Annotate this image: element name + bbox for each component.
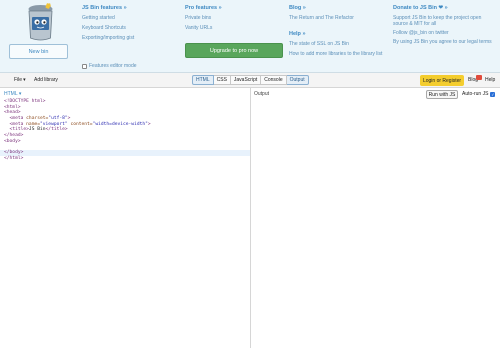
tab-javascript[interactable]: JavaScript bbox=[230, 75, 262, 85]
private-bins-link[interactable]: Private bins bbox=[185, 15, 280, 21]
add-library-button[interactable]: Add library bbox=[34, 77, 58, 83]
twitter-link[interactable]: Follow @js_bin on twitter bbox=[393, 30, 495, 36]
file-menu[interactable]: File ▾ bbox=[14, 77, 26, 83]
toolbar: File ▾ Add library HTML CSS JavaScript C… bbox=[0, 73, 500, 88]
notification-badge bbox=[476, 75, 482, 80]
auto-run-toggle[interactable]: Auto-run JS ✓ bbox=[462, 91, 496, 97]
features-title[interactable]: JS Bin features » bbox=[82, 5, 172, 11]
output-label: Output bbox=[254, 91, 270, 97]
features-editor-toggle[interactable]: Features editor mode bbox=[82, 63, 137, 69]
auto-run-checkbox[interactable]: ✓ bbox=[490, 91, 496, 97]
menu-panel: New bin JS Bin features » Getting starte… bbox=[0, 0, 500, 73]
support-text[interactable]: Support JS Bin to keep the project open … bbox=[393, 15, 495, 27]
html-editor-panel[interactable]: HTML ▾ <!DOCTYPE html> <html> <head> <me… bbox=[0, 88, 251, 348]
vanity-urls-link[interactable]: Vanity URLs bbox=[185, 25, 280, 31]
help-title[interactable]: Help » bbox=[289, 31, 385, 37]
chevron-down-icon: ▾ bbox=[23, 77, 26, 83]
auto-run-label: Auto-run JS bbox=[462, 91, 489, 97]
upgrade-pro-button[interactable]: Upgrade to pro now bbox=[185, 43, 283, 58]
pro-title[interactable]: Pro features » bbox=[185, 5, 280, 11]
legal-terms-text[interactable]: By using JS Bin you agree to our legal t… bbox=[393, 39, 495, 45]
blog-title[interactable]: Blog » bbox=[289, 5, 385, 11]
help-column: Help » The state of SSL on JS Bin How to… bbox=[289, 31, 385, 60]
add-libraries-link[interactable]: How to add more libraries to the library… bbox=[289, 51, 385, 57]
run-with-js-button[interactable]: Run with JS bbox=[426, 90, 458, 99]
blog-column: Blog » The Return and The Refactor bbox=[289, 5, 385, 25]
donate-title[interactable]: Donate to JS Bin ❤ » bbox=[393, 5, 495, 11]
jsbin-logo bbox=[28, 3, 53, 41]
tab-html[interactable]: HTML bbox=[192, 75, 214, 85]
tab-output[interactable]: Output bbox=[286, 75, 309, 85]
features-editor-checkbox[interactable] bbox=[82, 63, 87, 69]
getting-started-link[interactable]: Getting started bbox=[82, 15, 172, 21]
html-panel-label[interactable]: HTML ▾ bbox=[4, 91, 21, 97]
donate-column: Donate to JS Bin ❤ » Support JS Bin to k… bbox=[393, 5, 495, 48]
tab-css[interactable]: CSS bbox=[213, 75, 231, 85]
login-register-button[interactable]: Login or Register bbox=[420, 75, 464, 86]
ssl-state-link[interactable]: The state of SSL on JS Bin bbox=[289, 41, 385, 47]
pro-column: Pro features » Private bins Vanity URLs bbox=[185, 5, 280, 35]
panel-tabs: HTML CSS JavaScript Console Output bbox=[192, 75, 309, 85]
file-label: File bbox=[14, 77, 23, 83]
tab-console[interactable]: Console bbox=[261, 75, 287, 85]
help-button[interactable]: Help bbox=[485, 77, 495, 83]
keyboard-shortcuts-link[interactable]: Keyboard Shortcuts bbox=[82, 25, 172, 31]
features-editor-label: Features editor mode bbox=[89, 63, 137, 69]
new-bin-button[interactable]: New bin bbox=[9, 44, 68, 59]
code-line: </html> bbox=[4, 155, 24, 161]
exporting-gist-link[interactable]: Exporting/importing gist bbox=[82, 35, 172, 41]
features-column: JS Bin features » Getting started Keyboa… bbox=[82, 5, 172, 45]
code-editor[interactable]: <!DOCTYPE html> <html> <head> <meta char… bbox=[4, 99, 151, 162]
output-panel[interactable]: Output Run with JS Auto-run JS ✓ bbox=[252, 88, 500, 348]
blog-post-link[interactable]: The Return and The Refactor bbox=[289, 15, 385, 21]
